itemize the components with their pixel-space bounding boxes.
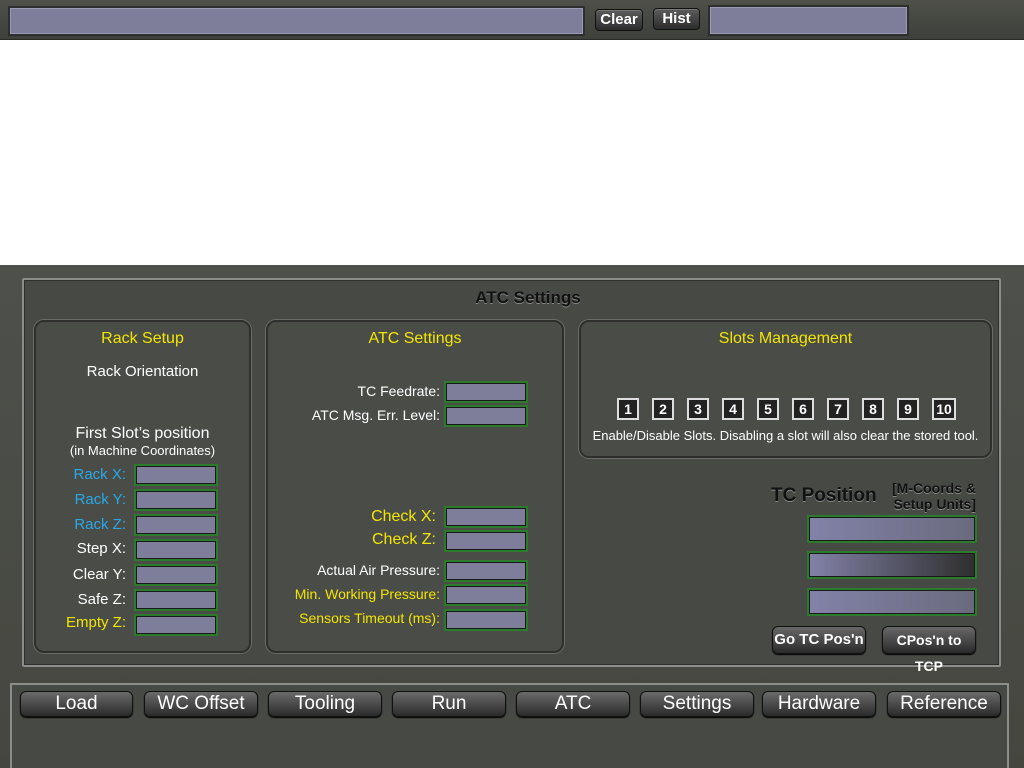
- check-x-label: Check X:: [371, 508, 436, 525]
- rack-z-input[interactable]: [134, 514, 218, 536]
- sensors-timeout-label: Sensors Timeout (ms):: [299, 610, 440, 626]
- tc-position-title: TC Position: [771, 485, 877, 506]
- slot-row: 1 2 3 4 5 6 7 8 9 10: [617, 398, 957, 422]
- clear-button[interactable]: Clear: [595, 9, 643, 31]
- rack-z-label: Rack Z:: [74, 516, 126, 533]
- cpos-to-tcp-button[interactable]: CPos'n to TCP: [882, 626, 976, 674]
- empty-z-label: Empty Z:: [65, 614, 126, 631]
- safe-z-label: Safe Z:: [77, 591, 126, 608]
- slots-description: Enable/Disable Slots. Disabling a slot w…: [592, 428, 979, 443]
- check-x-input[interactable]: [444, 506, 528, 528]
- blank-area: [0, 41, 1024, 265]
- tc-position-note-line2: Setup Units]: [893, 496, 976, 512]
- atc-settings-title: ATC Settings: [368, 330, 462, 347]
- hist-button[interactable]: Hist: [653, 8, 700, 30]
- tc-pos-z-input[interactable]: [807, 588, 977, 616]
- slot-toggle-8[interactable]: 8: [862, 398, 884, 420]
- min-pressure-label: Min. Working Pressure:: [294, 586, 440, 602]
- tc-position-note-line1: [M-Coords &: [892, 480, 976, 496]
- rack-y-input[interactable]: [134, 489, 218, 511]
- nav-load[interactable]: Load: [20, 691, 133, 717]
- slot-toggle-2[interactable]: 2: [652, 398, 674, 420]
- command-input[interactable]: [8, 6, 585, 36]
- empty-z-input[interactable]: [134, 614, 218, 636]
- tc-pos-x-input[interactable]: [807, 515, 977, 543]
- min-pressure-input[interactable]: [444, 584, 528, 606]
- nav-settings[interactable]: Settings: [640, 691, 754, 717]
- tc-feedrate-label: TC Feedrate:: [357, 383, 440, 399]
- sensors-timeout-input[interactable]: [444, 609, 528, 631]
- nav-tooling[interactable]: Tooling: [268, 691, 382, 717]
- check-z-input[interactable]: [444, 530, 528, 552]
- atc-msg-label: ATC Msg. Err. Level:: [311, 407, 440, 423]
- air-pressure-label: Actual Air Pressure:: [317, 562, 440, 578]
- air-pressure-input[interactable]: [444, 560, 528, 582]
- rack-y-label: Rack Y:: [74, 491, 126, 508]
- step-x-input[interactable]: [134, 539, 218, 561]
- safe-z-input[interactable]: [134, 589, 218, 611]
- slot-toggle-3[interactable]: 3: [687, 398, 709, 420]
- status-field[interactable]: [708, 5, 909, 36]
- slot-toggle-4[interactable]: 4: [722, 398, 744, 420]
- slot-toggle-10[interactable]: 10: [932, 398, 956, 420]
- step-x-label: Step X:: [76, 540, 126, 557]
- atc-msg-input[interactable]: [444, 405, 528, 427]
- slot-toggle-6[interactable]: 6: [792, 398, 814, 420]
- first-slot-label: First Slot’s position: [75, 425, 210, 442]
- rack-x-label: Rack X:: [73, 466, 126, 483]
- rack-setup-title: Rack Setup: [101, 330, 184, 347]
- tc-position-note: [M-Coords & Setup Units]: [880, 480, 976, 512]
- nav-wc-offset[interactable]: WC Offset: [144, 691, 258, 717]
- clear-y-label: Clear Y:: [72, 566, 126, 583]
- nav-atc[interactable]: ATC: [516, 691, 630, 717]
- nav-hardware[interactable]: Hardware: [762, 691, 876, 717]
- tc-feedrate-input[interactable]: [444, 381, 528, 403]
- rack-orientation-label: Rack Orientation: [86, 363, 199, 380]
- clear-y-input[interactable]: [134, 564, 218, 586]
- go-tc-position-button[interactable]: Go TC Pos'n: [772, 626, 866, 654]
- tc-pos-y-input[interactable]: [807, 551, 977, 579]
- check-z-label: Check Z:: [371, 531, 436, 548]
- slot-toggle-9[interactable]: 9: [897, 398, 919, 420]
- slot-toggle-1[interactable]: 1: [617, 398, 639, 420]
- slot-toggle-5[interactable]: 5: [757, 398, 779, 420]
- slot-toggle-7[interactable]: 7: [827, 398, 849, 420]
- first-slot-sublabel: (in Machine Coordinates): [69, 443, 216, 458]
- nav-run[interactable]: Run: [392, 691, 506, 717]
- nav-reference[interactable]: Reference: [887, 691, 1001, 717]
- page-title: ATC Settings: [475, 288, 581, 307]
- rack-x-input[interactable]: [134, 464, 218, 486]
- slots-management-title: Slots Management: [718, 330, 853, 347]
